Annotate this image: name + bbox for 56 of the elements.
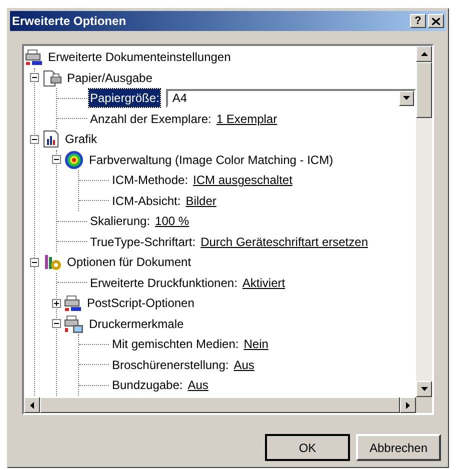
- setting-label: ICM-Absicht:: [111, 192, 182, 210]
- up-arrow-icon: [420, 52, 428, 56]
- scroll-up-button[interactable]: [416, 46, 432, 62]
- printer-paper-icon: [42, 68, 62, 87]
- left-arrow-icon: [30, 402, 34, 408]
- help-button[interactable]: ?: [410, 14, 426, 28]
- paper-size-dropdown[interactable]: A4: [166, 88, 416, 108]
- bar-chart-icon: [42, 130, 60, 148]
- printer-icon: [64, 294, 82, 312]
- setting-value-link[interactable]: ICM ausgeschaltet: [193, 171, 292, 190]
- tree-item[interactable]: Grafik: [64, 130, 98, 148]
- tree-item[interactable]: PostScript-Optionen: [86, 294, 196, 312]
- setting-label: Bundzugabe:: [111, 377, 184, 394]
- tree-item[interactable]: Druckermerkmale: [88, 314, 185, 333]
- collapse-icon[interactable]: [52, 319, 61, 328]
- setting-value-link[interactable]: Aus: [234, 356, 254, 374]
- scroll-right-button[interactable]: [400, 397, 416, 413]
- expand-icon[interactable]: [52, 298, 61, 308]
- setting-value-link[interactable]: Nein: [244, 335, 268, 354]
- close-button[interactable]: [428, 14, 444, 28]
- setting-label: TrueType-Schriftart:: [89, 234, 197, 251]
- close-icon: [432, 18, 440, 24]
- setting-label: Papiergröße:: [89, 89, 160, 108]
- color-wheel-icon: [64, 150, 84, 170]
- scroll-down-button[interactable]: [416, 381, 432, 397]
- setting-value-link[interactable]: 1 Exemplar: [216, 110, 278, 128]
- setting-value-link[interactable]: Bilder: [186, 192, 216, 210]
- collapse-icon[interactable]: [52, 155, 61, 164]
- window-title: Erweiterte Optionen: [12, 13, 128, 30]
- tree-item[interactable]: Farbverwaltung (Image Color Matching - ICM): [88, 150, 334, 169]
- scroll-thumb[interactable]: [416, 62, 432, 118]
- tree-item[interactable]: Papier/Ausgabe: [66, 68, 154, 87]
- setting-value-link[interactable]: Durch Geräteschriftart ersetzen: [200, 232, 368, 251]
- printer-icon: [25, 48, 43, 66]
- collapse-icon[interactable]: [30, 134, 39, 144]
- scrollbar-corner: [416, 397, 432, 413]
- tree-item[interactable]: Erweiterte Dokumenteinstellungen: [47, 48, 232, 66]
- collapse-icon[interactable]: [30, 258, 39, 267]
- setting-label: Anzahl der Exemplare:: [89, 110, 212, 128]
- tree-item[interactable]: Optionen für Dokument: [66, 253, 192, 272]
- setting-value-link[interactable]: Aktiviert: [242, 274, 286, 292]
- dialog-button[interactable]: Abbrechen: [356, 434, 441, 461]
- setting-label: Broschürenerstellung:: [111, 356, 230, 374]
- scroll-left-button[interactable]: [24, 397, 40, 413]
- setting-value-link[interactable]: 100 %: [155, 212, 190, 230]
- right-arrow-icon: [406, 402, 410, 408]
- setting-label: ICM-Methode:: [111, 172, 190, 190]
- down-arrow-icon: [420, 387, 428, 391]
- dialog-button[interactable]: OK: [265, 434, 350, 461]
- setting-label: Mit gemischten Medien:: [111, 336, 240, 354]
- setting-label: Erweiterte Druckfunktionen:: [89, 274, 238, 292]
- collapse-icon[interactable]: [30, 73, 39, 82]
- setting-value-link[interactable]: Aus: [188, 376, 208, 394]
- vertical-scrollbar[interactable]: [416, 46, 432, 397]
- tools-icon: [42, 252, 62, 272]
- setting-label: Skalierung:: [89, 213, 152, 230]
